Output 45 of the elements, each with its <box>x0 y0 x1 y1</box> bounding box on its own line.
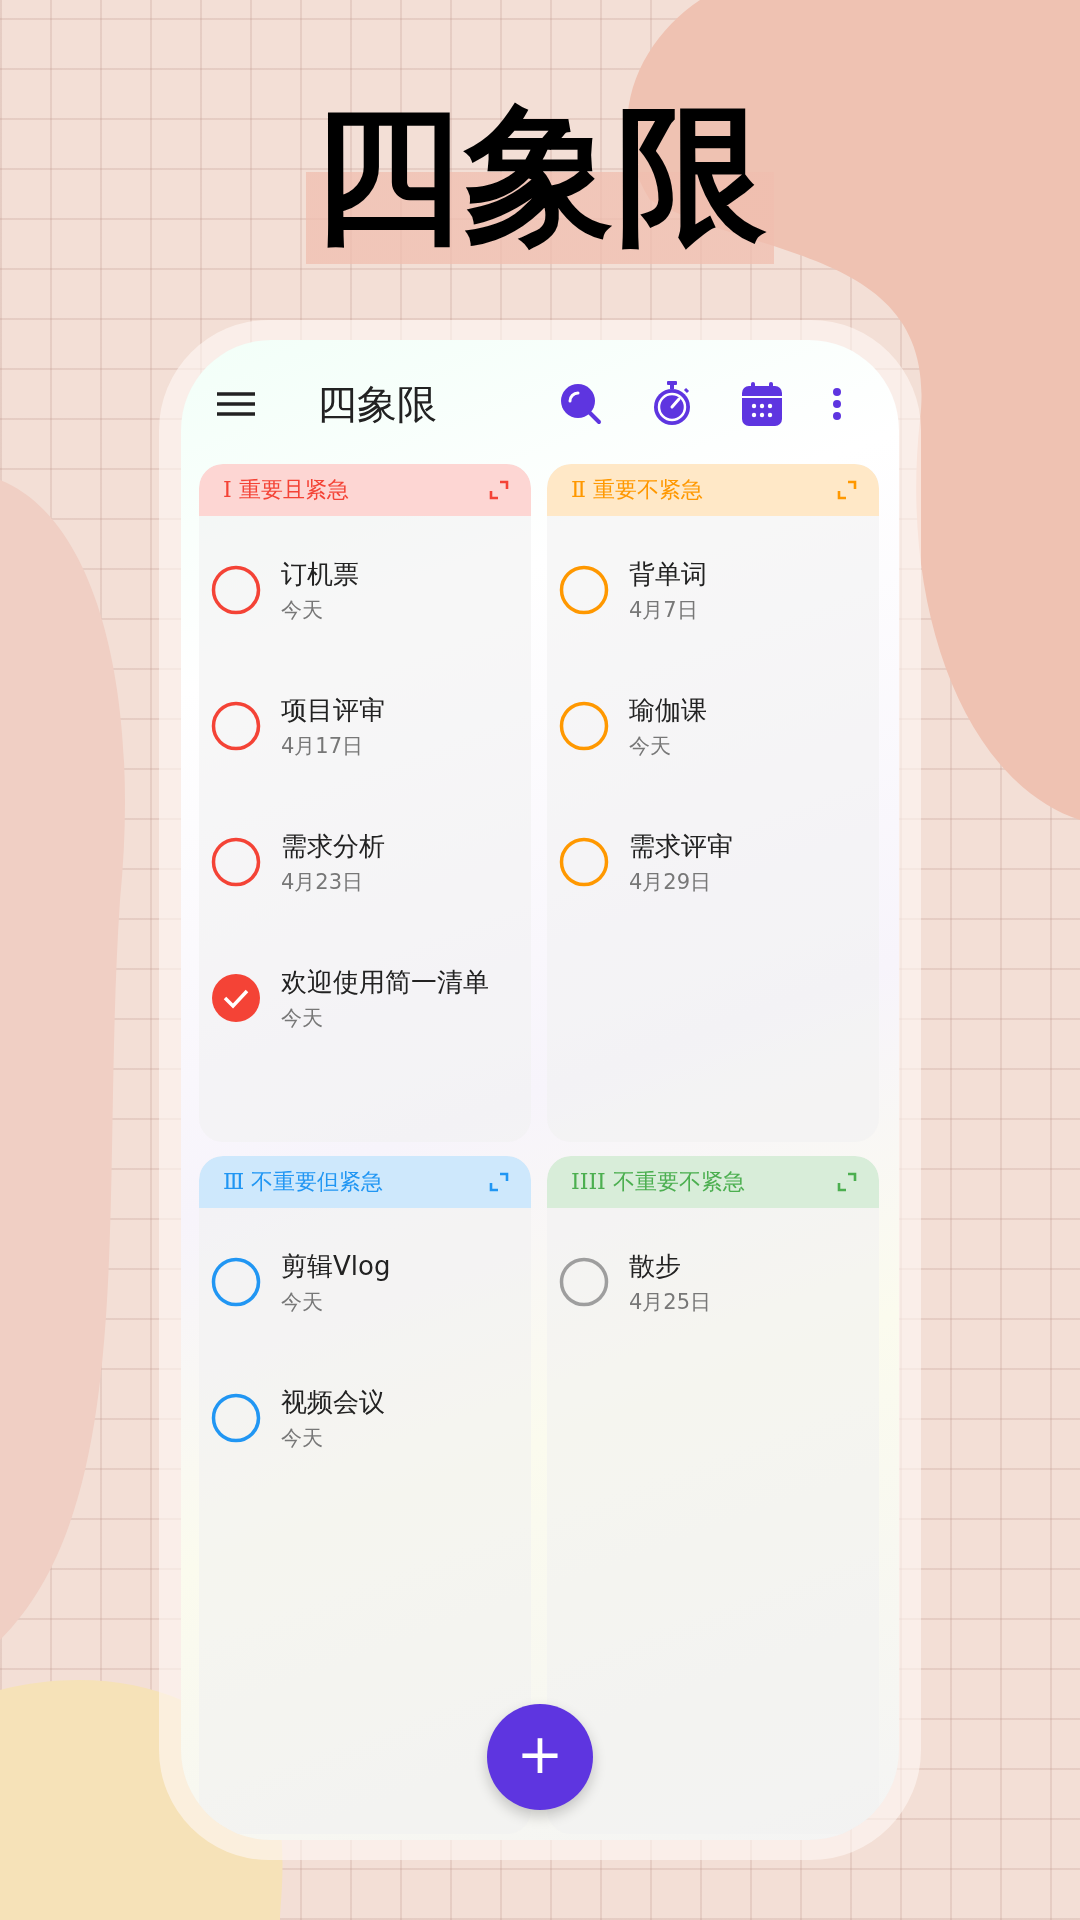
task-date: 4月7日 <box>629 596 699 624</box>
unchecked-circle[interactable] <box>211 565 261 615</box>
task-date: 4月23日 <box>281 868 365 896</box>
add-button[interactable]: + <box>487 1704 593 1810</box>
task-title: 订机票 <box>281 557 359 591</box>
app-title: 四象限 <box>317 379 437 429</box>
task-date: 4月29日 <box>629 868 713 896</box>
task-date: 今天 <box>281 596 324 624</box>
checked-circle[interactable] <box>211 973 261 1023</box>
expand-icon[interactable] <box>489 1172 509 1192</box>
unchecked-circle[interactable] <box>559 837 609 887</box>
unchecked-circle[interactable] <box>559 565 609 615</box>
task-date: 今天 <box>281 1424 324 1452</box>
search-icon[interactable] <box>560 383 602 425</box>
task-title: 视频会议 <box>281 1385 385 1419</box>
calendar-icon[interactable] <box>742 382 782 426</box>
unchecked-circle[interactable] <box>559 1257 609 1307</box>
expand-icon[interactable] <box>837 1172 857 1192</box>
quadrant-title: Ⅲ 不重要但紧急 <box>223 1168 384 1196</box>
task-title: 剪辑Vlog <box>281 1249 391 1283</box>
unchecked-circle[interactable] <box>211 1393 261 1443</box>
task-title: 瑜伽课 <box>629 693 707 727</box>
menu-icon[interactable] <box>217 391 255 417</box>
task-title: 项目评审 <box>281 693 385 727</box>
task-date: 今天 <box>281 1004 324 1032</box>
task-date: 今天 <box>281 1288 324 1316</box>
task-date: 4月17日 <box>281 732 365 760</box>
expand-icon[interactable] <box>489 480 509 500</box>
unchecked-circle[interactable] <box>211 837 261 887</box>
unchecked-circle[interactable] <box>559 701 609 751</box>
expand-icon[interactable] <box>837 480 857 500</box>
quadrant-title: Ⅰ 重要且紧急 <box>223 476 349 504</box>
unchecked-circle[interactable] <box>211 1257 261 1307</box>
more-icon[interactable] <box>832 388 842 420</box>
task-title: 散步 <box>629 1249 682 1283</box>
unchecked-circle[interactable] <box>211 701 261 751</box>
task-date: 今天 <box>629 732 672 760</box>
quadrant-title: Ⅱ 重要不紧急 <box>571 476 703 504</box>
task-title: 需求分析 <box>281 829 385 863</box>
task-title: 背单词 <box>629 557 707 591</box>
stopwatch-icon[interactable] <box>652 381 692 427</box>
quadrant-title: IIII 不重要不紧急 <box>571 1168 745 1196</box>
task-title: 欢迎使用简一清单 <box>281 965 489 999</box>
task-title: 需求评审 <box>629 829 733 863</box>
task-date: 4月25日 <box>629 1288 712 1316</box>
